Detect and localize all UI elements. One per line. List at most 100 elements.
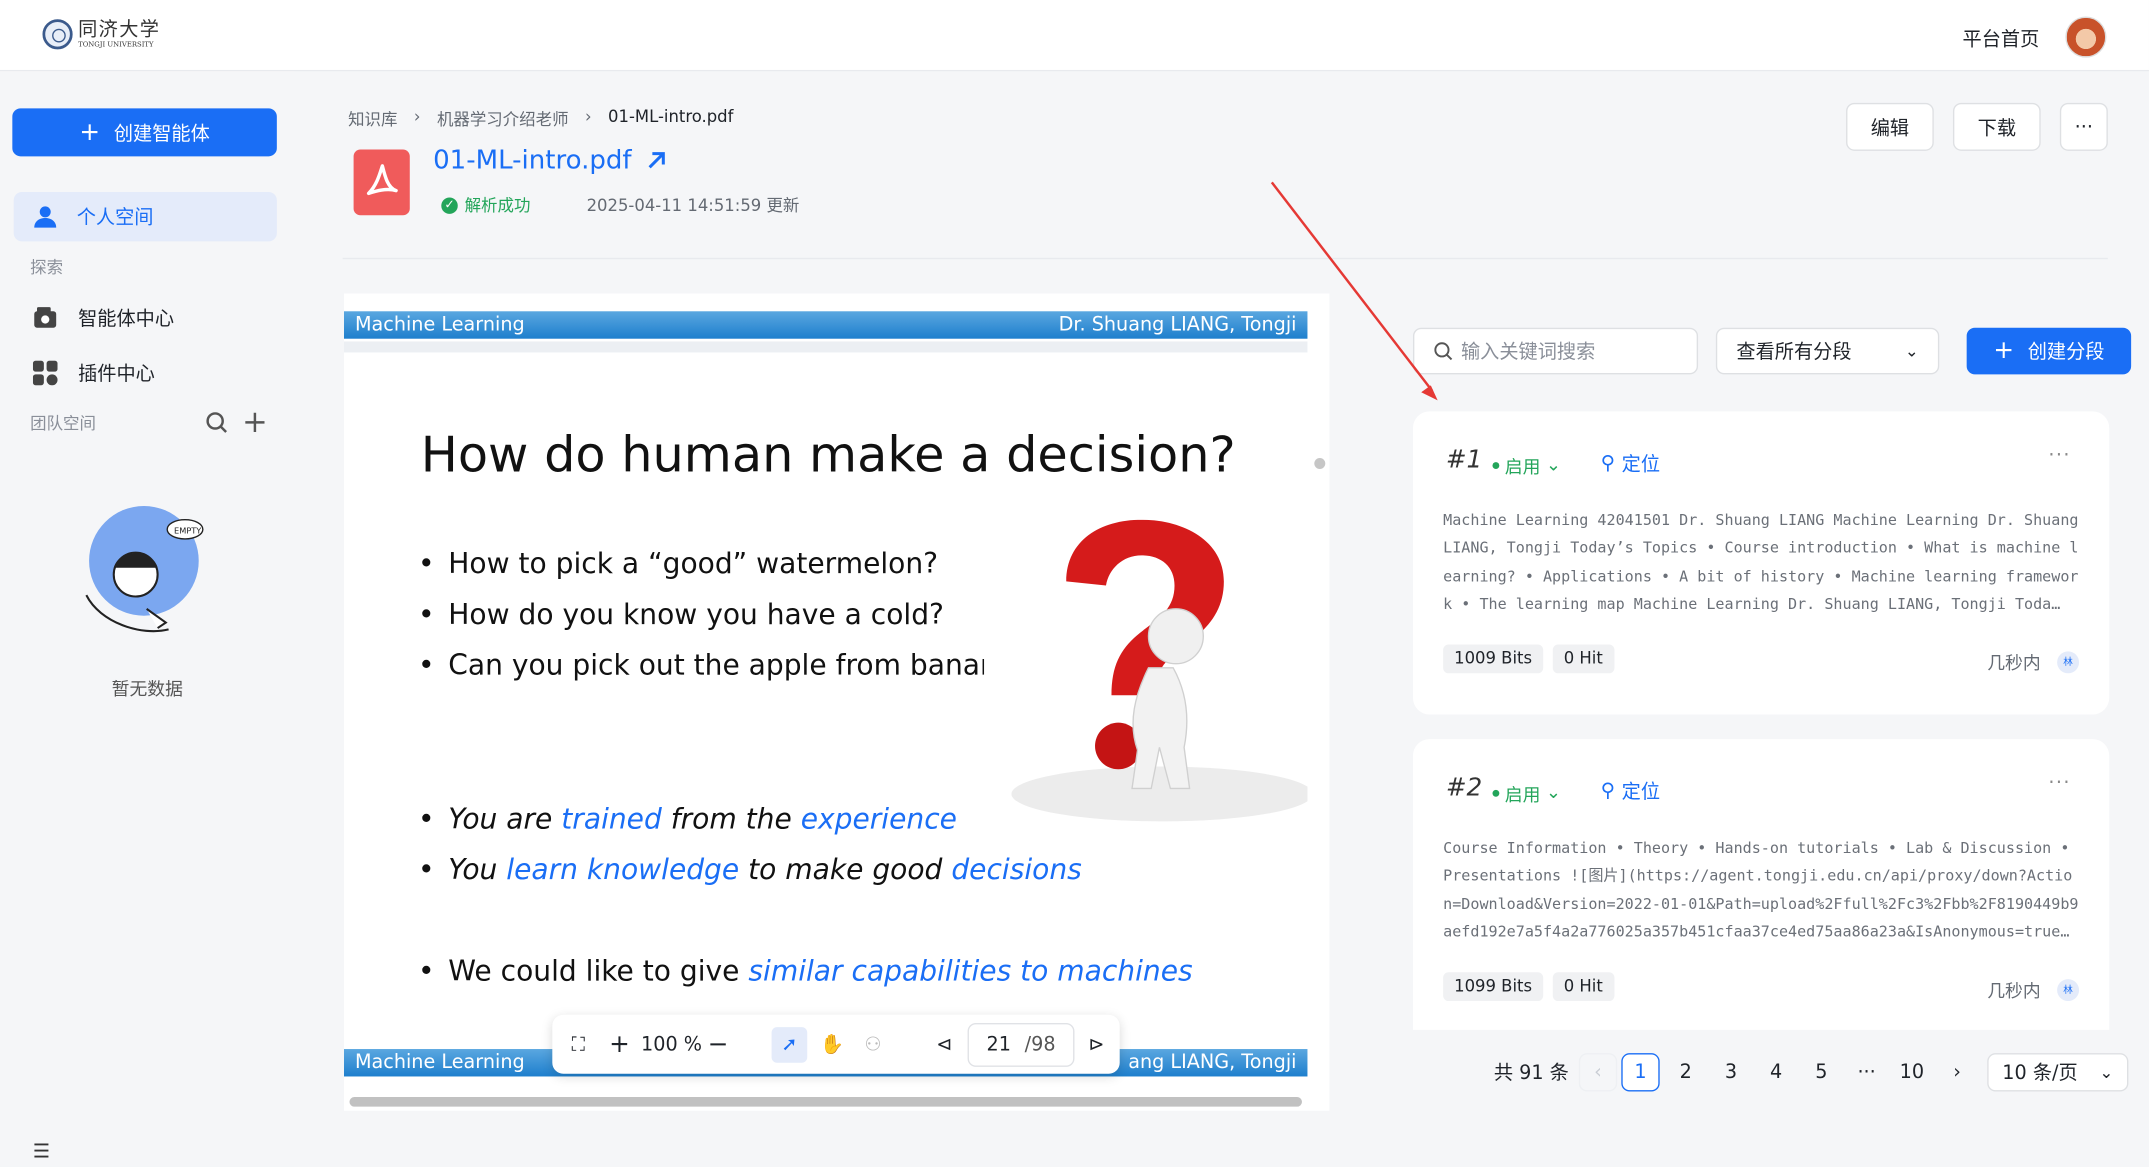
select-pointer-icon[interactable]: ➚ [771, 1026, 808, 1063]
sidebar-item-label: 个人空间 [76, 207, 154, 230]
segment-status-dropdown[interactable]: 启用 ⌄ [1492, 780, 1561, 806]
chevron-down-icon: ⌄ [1545, 783, 1561, 804]
page-4-button[interactable]: 4 [1757, 1053, 1795, 1091]
header-divider [342, 257, 2108, 260]
fullscreen-icon[interactable]: ⛶ [566, 1033, 591, 1055]
tongji-logo[interactable]: 同济大学 TONGJI UNIVERSITY [42, 18, 161, 50]
sidebar-item-label: 智能体中心 [78, 308, 175, 331]
prev-page-button[interactable]: ‹ [1578, 1053, 1618, 1092]
explore-section-label: 探索 [30, 257, 64, 278]
question-mark-figure [984, 519, 1308, 833]
logo-text: 同济大学 [78, 18, 161, 41]
horizontal-scrollbar[interactable] [349, 1097, 1302, 1107]
page-2-button[interactable]: 2 [1667, 1053, 1705, 1091]
sidebar: + 创建智能体 个人空间 探索 智能体中心 插件中心 团队空间 EMPTY 暂无… [0, 71, 295, 1167]
segment-card[interactable]: #2 启用 ⌄ ⚲ 定位 ··· Course Information • Theo… [1412, 739, 2110, 1030]
locate-user-icon: ⚲ [1600, 780, 1615, 803]
add-team-icon[interactable] [244, 411, 266, 433]
locate-button[interactable]: ⚲ 定位 [1601, 450, 1660, 477]
breadcrumb-knowledge-base[interactable]: 知识库 [348, 107, 397, 130]
breadcrumb-kb-name[interactable]: 机器学习介绍老师 [437, 107, 569, 130]
slide-header-bar: Machine Learning Dr. Shuang LIANG, Tongj… [343, 311, 1308, 339]
vertical-scroll-thumb[interactable] [1314, 458, 1326, 469]
slide-bullet-learn: You learn knowledge to make good decisio… [418, 853, 1081, 886]
user-icon [34, 206, 57, 228]
sidebar-item-agent-center[interactable]: 智能体中心 [33, 304, 174, 331]
page-3-button[interactable]: 3 [1712, 1053, 1750, 1091]
pdf-file-icon [353, 149, 410, 216]
segment-card[interactable]: #1 启用 ⌄ ⚲ 定位 ··· Machine Learning 42041501… [1412, 411, 2110, 715]
slide-bullet: Can you pick out the apple from bananas? [418, 649, 1044, 682]
chevron-down-icon: ⌄ [1545, 455, 1561, 476]
page-input[interactable]: 21 [987, 1033, 1011, 1055]
slide-bullet-trained: You are trained from the experience [418, 802, 957, 835]
zoom-out-icon[interactable]: − [708, 1030, 729, 1059]
chevron-right-icon: › [413, 106, 421, 127]
download-button[interactable]: 下载 [1952, 102, 2041, 151]
empty-illustration: EMPTY [85, 506, 204, 633]
page-size-value: 10 条/页 [2002, 1062, 2078, 1085]
edit-button[interactable]: 编辑 [1846, 102, 1934, 151]
team-space-label: 团队空间 [30, 414, 96, 434]
parse-status: ✓ 解析成功 [441, 193, 530, 216]
locate-button[interactable]: ⚲ 定位 [1601, 778, 1660, 805]
file-name[interactable]: 01-ML-intro.pdf [433, 145, 632, 175]
segment-more-icon[interactable]: ··· [2048, 444, 2070, 466]
breadcrumb-current: 01-ML-intro.pdf [608, 106, 734, 127]
create-segment-button[interactable]: + 创建分段 [1966, 327, 2132, 375]
bot-icon [34, 307, 57, 328]
platform-home-link[interactable]: 平台首页 [1963, 25, 2040, 52]
open-external-icon[interactable] [645, 149, 667, 171]
next-page-button[interactable]: › [1938, 1053, 1976, 1091]
segment-time: 几秒内 [1987, 654, 2041, 675]
file-title[interactable]: 01-ML-intro.pdf [433, 145, 667, 176]
segment-more-icon[interactable]: ··· [2048, 772, 2070, 794]
segment-filter-value: 查看所有分段 [1736, 341, 1852, 364]
slide-header-left: Machine Learning [354, 314, 525, 336]
hand-pan-icon[interactable]: ✋ [820, 1033, 845, 1055]
pdf-toolbar: ⛶ + 100 % − ➚ ✋ ⚇ ⊲ 21/98 ⊳ [552, 1014, 1120, 1074]
create-agent-button[interactable]: + 创建智能体 [12, 108, 277, 157]
updated-time: 2025-04-11 14:51:59 更新 [586, 196, 800, 216]
zoom-level: 100 % [641, 1033, 703, 1056]
bits-badge: 1099 Bits [1443, 972, 1544, 1002]
chevron-down-icon: ⌄ [1904, 341, 1919, 361]
page-size-select[interactable]: 10 条/页 ⌄ [1987, 1053, 2129, 1092]
collapse-sidebar-icon[interactable]: ☰ [33, 1141, 50, 1163]
locate-user-icon: ⚲ [1600, 452, 1615, 475]
pdf-viewer[interactable]: Machine Learning Dr. Shuang LIANG, Tongj… [343, 293, 1330, 1111]
hits-badge: 0 Hit [1552, 972, 1614, 1002]
create-segment-label: 创建分段 [2027, 341, 2105, 364]
annotate-icon[interactable]: ⚇ [861, 1033, 886, 1055]
sidebar-item-plugin-center[interactable]: 插件中心 [32, 359, 155, 386]
slide-header-right: Dr. Shuang LIANG, Tongji [1058, 314, 1297, 336]
page-1-button[interactable]: 1 [1621, 1053, 1660, 1092]
pagination-ellipsis[interactable]: ··· [1847, 1053, 1885, 1091]
bits-badge: 1009 Bits [1443, 644, 1544, 674]
pagination-total: 共 91 条 [1493, 1062, 1569, 1085]
next-page-icon[interactable]: ⊳ [1085, 1033, 1107, 1055]
parse-status-label: 解析成功 [464, 196, 531, 216]
breadcrumb: 知识库 › 机器学习介绍老师 › 01-ML-intro.pdf [348, 107, 733, 130]
university-seal-icon [42, 19, 73, 50]
page-10-button[interactable]: 10 [1893, 1053, 1931, 1091]
segment-filter-select[interactable]: 查看所有分段 ⌄ [1715, 327, 1940, 375]
search-icon[interactable] [206, 411, 228, 433]
empty-badge-text: EMPTY [174, 525, 202, 535]
segment-user-avatar: 林 [2057, 979, 2080, 1002]
slide-bullet: How to pick a “good” watermelon? [418, 547, 938, 580]
prev-page-icon[interactable]: ⊲ [933, 1033, 955, 1055]
segment-search-input[interactable]: 输入关键词搜索 [1412, 327, 1699, 375]
segment-status-dropdown[interactable]: 启用 ⌄ [1492, 453, 1561, 479]
check-circle-icon: ✓ [441, 196, 458, 214]
chevron-down-icon: ⌄ [2099, 1062, 2114, 1082]
top-bar: 同济大学 TONGJI UNIVERSITY 平台首页 [0, 0, 2149, 72]
segment-user-avatar: 林 [2057, 651, 2080, 674]
apps-icon [32, 360, 58, 386]
sidebar-item-personal-space[interactable]: 个人空间 [13, 191, 277, 242]
user-avatar[interactable] [2065, 16, 2107, 58]
chevron-right-icon: › [584, 106, 592, 127]
more-actions-button[interactable]: ··· [2059, 102, 2108, 151]
page-5-button[interactable]: 5 [1802, 1053, 1840, 1091]
zoom-in-icon[interactable]: + [607, 1030, 632, 1059]
